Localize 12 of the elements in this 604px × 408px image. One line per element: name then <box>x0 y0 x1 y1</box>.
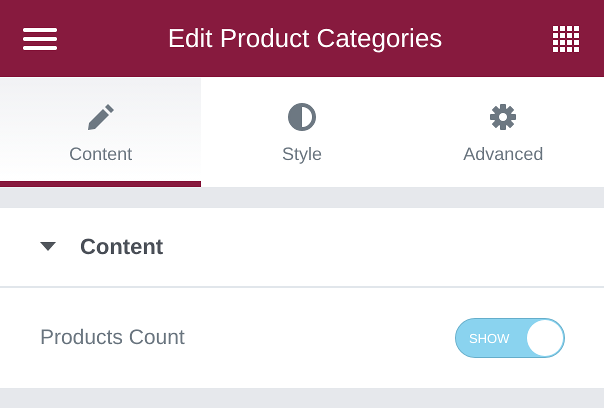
tab[interactable]: Content <box>0 77 202 187</box>
half-circle-icon <box>286 102 317 132</box>
apps-grid-icon[interactable] <box>553 26 579 52</box>
tab[interactable]: Advanced <box>402 77 604 187</box>
menu-icon[interactable] <box>23 26 57 50</box>
tab[interactable]: Style <box>201 77 403 187</box>
control-label: Products Count <box>40 326 185 350</box>
pencil-icon <box>86 102 116 132</box>
gear-icon <box>488 102 518 132</box>
section-title[interactable]: Content <box>80 234 164 260</box>
caret-icon[interactable] <box>40 242 56 252</box>
panel-title: Edit Product Categories <box>166 23 444 54</box>
